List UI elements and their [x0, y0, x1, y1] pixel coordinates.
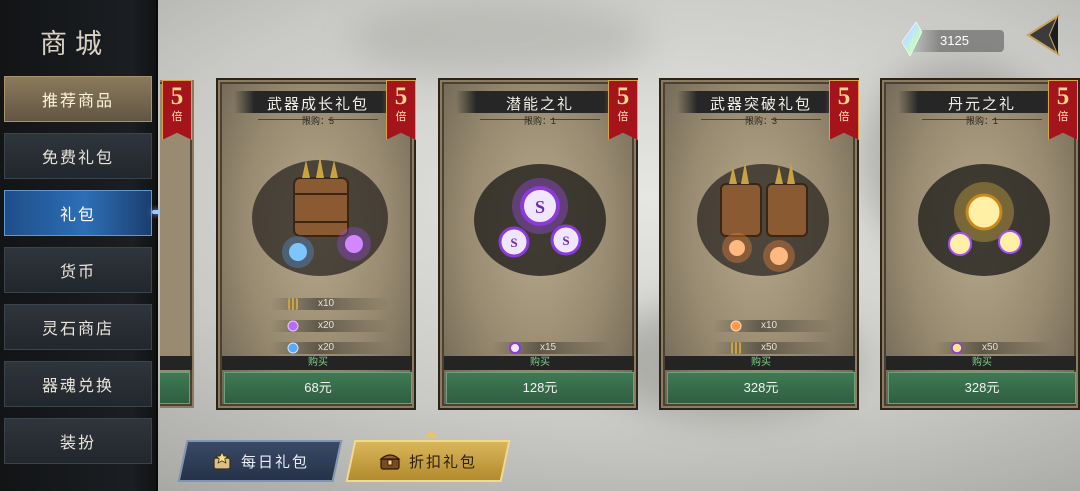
- purple-orb-icon: [287, 320, 299, 332]
- weapon-growth-art: [252, 156, 388, 276]
- buy-label: 购买: [665, 356, 855, 370]
- gift-card-weapon-growth: 武器成长礼包 限购：5 x10 x20 x20 购买 68元: [218, 80, 414, 408]
- blue-orb-icon: [287, 342, 299, 354]
- tab-daily-gifts[interactable]: 每日礼包: [177, 440, 343, 482]
- item-row: x20: [230, 340, 406, 356]
- svg-text:S: S: [510, 235, 517, 250]
- price-button[interactable]: 328元: [667, 372, 855, 404]
- arrow-bundle-icon: [288, 298, 298, 310]
- card-limit: 限购：5: [301, 116, 334, 126]
- tab-discount-gifts[interactable]: 折扣礼包: [345, 440, 511, 482]
- card-title: 武器成长礼包: [266, 95, 369, 113]
- multiplier-badge: 5 倍: [1048, 80, 1078, 140]
- card-title: 武器突破礼包: [709, 95, 812, 113]
- multiplier-badge: 5 倍: [608, 80, 638, 140]
- item-row: x15: [452, 340, 628, 356]
- store-title: 商城: [40, 29, 110, 60]
- card-limit: 限购：1: [523, 116, 556, 126]
- price-button[interactable]: 128元: [446, 372, 634, 404]
- item-row: x50: [894, 340, 1070, 356]
- item-row: x10: [673, 318, 849, 334]
- gift-card-potential: 潜能之礼 限购：1 S S S x15 购买 128元: [440, 80, 636, 408]
- card-limit: 限购：3: [744, 116, 777, 126]
- star-chest-icon: [213, 451, 231, 470]
- svg-text:S: S: [562, 233, 569, 248]
- currency-value: 3125: [940, 33, 969, 48]
- selected-tab-pointer: [424, 430, 438, 438]
- treasure-chest-icon: [379, 454, 401, 470]
- sidebar-item-soul-exchange[interactable]: 器魂兑换: [4, 361, 152, 407]
- item-row: x20: [230, 318, 406, 334]
- sidebar-item-free-gifts[interactable]: 免费礼包: [4, 133, 152, 179]
- dan-yuan-orbs-art: [918, 164, 1050, 276]
- multiplier-badge: 5 倍: [829, 80, 859, 140]
- buy-label: 购买: [886, 356, 1076, 370]
- price-button[interactable]: 68元: [224, 372, 412, 404]
- item-row: x50: [673, 340, 849, 356]
- orange-orb-icon: [730, 320, 742, 332]
- sidebar-item-costumes[interactable]: 装扮: [4, 418, 152, 464]
- tab-discount-label: 折扣礼包: [408, 452, 477, 471]
- potential-coins-art: S S S: [474, 164, 606, 276]
- weapon-breakthrough-art: [697, 162, 829, 276]
- sidebar-item-recommended[interactable]: 推荐商品: [4, 76, 152, 122]
- multiplier-badge: 5 倍: [162, 80, 192, 140]
- potential-coin-icon: [509, 342, 521, 354]
- golden-orb-icon: [951, 342, 963, 354]
- crystal-gem-icon: [902, 22, 922, 56]
- buy-label: 购买: [444, 356, 634, 370]
- back-arrow-icon[interactable]: [1024, 14, 1062, 56]
- buy-label: 购买: [222, 356, 412, 370]
- price-button[interactable]: 328元: [888, 372, 1076, 404]
- arrow-bundle-icon: [731, 342, 741, 354]
- sidebar-item-gift-packs[interactable]: 礼包: [4, 190, 152, 236]
- svg-text:S: S: [535, 197, 545, 217]
- gift-card-weapon-breakthrough: 武器突破礼包 限购：3 x10 x50 购买 328元: [661, 80, 857, 408]
- sidebar-item-spirit-stone-shop[interactable]: 灵石商店: [4, 304, 152, 350]
- sidebar-item-currency[interactable]: 货币: [4, 247, 152, 293]
- item-row: x10: [230, 296, 406, 312]
- card-title: 潜能之礼: [505, 95, 574, 113]
- multiplier-badge: 5 倍: [386, 80, 416, 140]
- tab-daily-label: 每日礼包: [240, 452, 309, 471]
- sidebar: 商城 推荐商品 免费礼包 礼包 货币 灵石商店 器魂兑换 装扮: [0, 0, 158, 491]
